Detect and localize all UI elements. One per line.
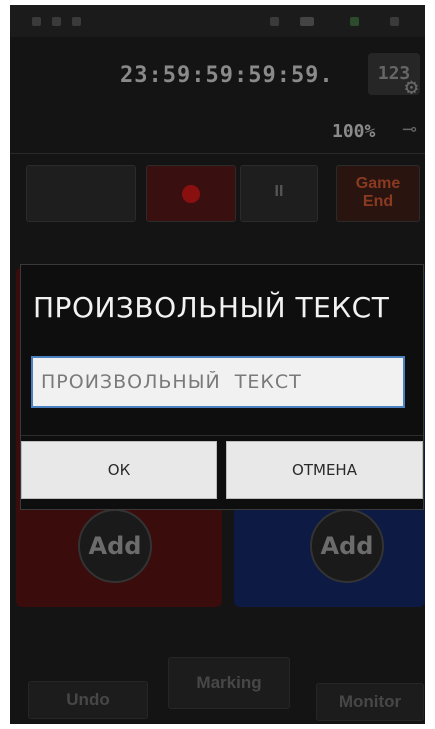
gear-icon: ⚙ <box>404 75 418 100</box>
cancel-button[interactable]: ОТМЕНА <box>226 441 423 499</box>
wifi-icon <box>300 17 314 26</box>
status-icon <box>270 17 279 26</box>
status-icon <box>32 17 41 26</box>
dialog-title: ПРОИЗВОЛЬНЫЙ ТЕКСТ <box>33 291 390 324</box>
add-score-button-red[interactable]: Add <box>78 509 152 583</box>
ok-button[interactable]: ОК <box>21 441 217 499</box>
score-button[interactable] <box>26 165 136 222</box>
status-icon <box>52 17 61 26</box>
record-button[interactable] <box>146 165 236 222</box>
undo-button[interactable]: Undo <box>28 681 148 719</box>
settings-button[interactable]: 123 ⚙ <box>368 53 420 99</box>
add-score-button-blue[interactable]: Add <box>310 509 384 583</box>
signal-icon <box>350 17 359 26</box>
pause-button[interactable]: II <box>240 165 318 222</box>
battery-level: 100% <box>332 121 376 142</box>
plug-icon: ⊸ <box>402 119 418 139</box>
record-icon <box>182 184 200 203</box>
monitor-button[interactable]: Monitor <box>316 683 424 721</box>
game-end-label: Game End <box>355 175 401 210</box>
battery-icon <box>390 17 399 26</box>
status-bar <box>10 5 425 37</box>
status-icon <box>72 17 81 26</box>
custom-text-input[interactable] <box>31 356 405 408</box>
game-end-button[interactable]: Game End <box>336 165 420 222</box>
divider <box>10 153 425 154</box>
custom-text-dialog: ПРОИЗВОЛЬНЫЙ ТЕКСТ ОК ОТМЕНА <box>20 264 424 510</box>
marking-button[interactable]: Marking <box>168 657 290 709</box>
dialog-divider <box>21 435 423 436</box>
pause-icon: II <box>274 183 284 200</box>
time-display: 23:59:59:59:59. <box>120 63 334 88</box>
